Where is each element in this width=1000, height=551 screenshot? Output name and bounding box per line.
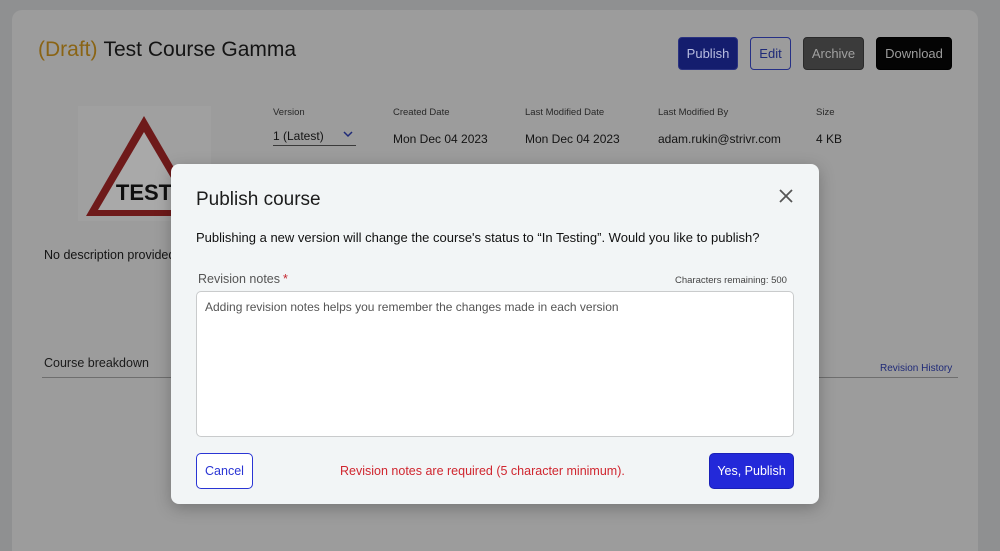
cancel-button[interactable]: Cancel [196, 453, 253, 489]
revision-notes-label: Revision notes * [198, 272, 288, 286]
characters-remaining: Characters remaining: 500 [675, 275, 787, 286]
yes-publish-button[interactable]: Yes, Publish [709, 453, 794, 489]
dialog-message: Publishing a new version will change the… [196, 230, 760, 245]
publish-course-dialog: Publish course Publishing a new version … [171, 164, 819, 504]
dialog-title: Publish course [196, 189, 321, 210]
revision-notes-label-text: Revision notes [198, 272, 280, 286]
revision-notes-input[interactable] [196, 291, 794, 437]
validation-error: Revision notes are required (5 character… [340, 464, 625, 478]
close-icon[interactable] [776, 186, 796, 206]
required-indicator: * [283, 272, 288, 286]
